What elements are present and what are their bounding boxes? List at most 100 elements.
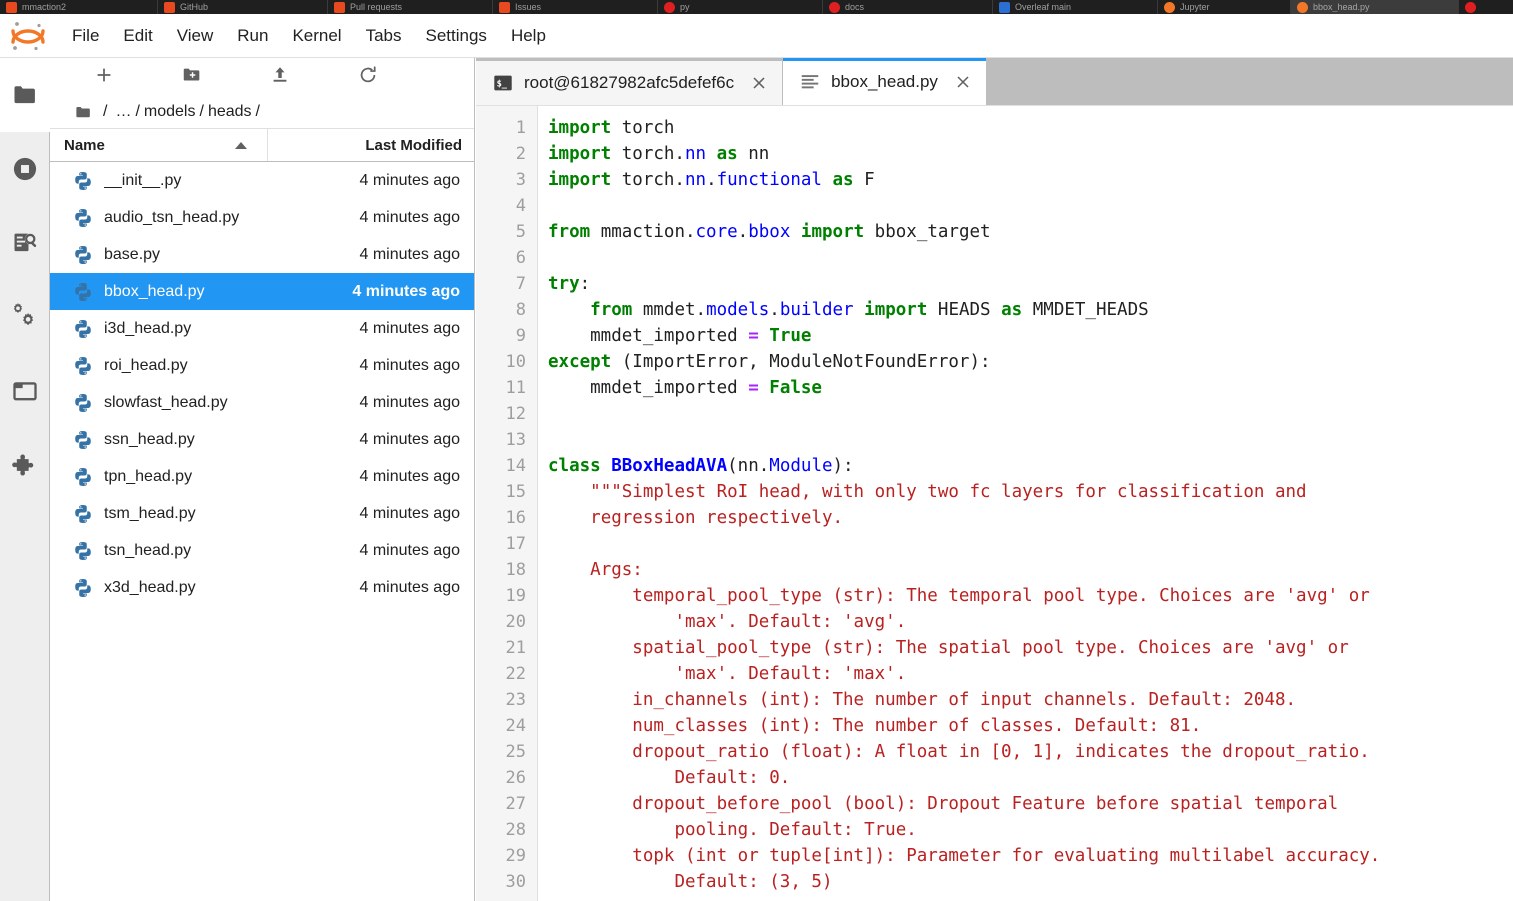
browser-tab-favicon-icon — [999, 1, 1010, 13]
column-header-last-modified[interactable]: Last Modified — [268, 129, 474, 161]
column-header-name[interactable]: Name — [50, 129, 268, 161]
refresh-button[interactable] — [324, 62, 412, 92]
left-activity-bar — [0, 58, 50, 901]
browser-tab[interactable]: Pull requests — [328, 0, 493, 14]
file-list-item-selected[interactable]: bbox_head.py 4 minutes ago — [50, 273, 474, 310]
line-number: 7 — [515, 274, 526, 294]
sidebar-item-kernels[interactable] — [0, 280, 50, 354]
sidebar-item-file-browser[interactable] — [0, 58, 50, 132]
code-line: 'max'. Default: 'max'. — [548, 661, 1513, 687]
file-last-modified: 4 minutes ago — [359, 356, 460, 374]
code-token: 'max'. Default: 'max'. — [590, 664, 907, 684]
code-token: ): — [832, 456, 854, 476]
python-file-icon — [72, 503, 94, 525]
upload-icon — [269, 64, 291, 91]
browser-tab-title: mmaction2 — [22, 2, 67, 12]
browser-tab[interactable]: docs — [823, 0, 993, 14]
menu-item-file[interactable]: File — [60, 22, 111, 50]
sidebar-item-open-tabs[interactable] — [0, 354, 50, 428]
code-token: torch — [611, 118, 675, 138]
file-list-item[interactable]: tsn_head.py 4 minutes ago — [50, 532, 474, 569]
code-content[interactable]: import torch import torch.nn as nn import … — [538, 106, 1513, 901]
browser-tab[interactable] — [1459, 0, 1513, 14]
code-token: mmdet. — [632, 300, 707, 320]
code-token: except — [548, 352, 612, 372]
browser-tab[interactable]: GitHub — [158, 0, 328, 14]
line-number: 9 — [515, 326, 526, 346]
breadcrumb-models[interactable]: models — [140, 103, 200, 121]
code-line: except (ImportError, ModuleNotFoundError… — [548, 349, 1513, 375]
sidebar-item-extension-manager[interactable] — [0, 428, 50, 502]
line-number: 6 — [515, 248, 526, 268]
file-list-item[interactable]: __init__.py 4 minutes ago — [50, 162, 474, 199]
file-list-item[interactable]: base.py 4 minutes ago — [50, 236, 474, 273]
menu-item-settings[interactable]: Settings — [414, 22, 499, 50]
browser-tab[interactable]: bbox_head.py — [1291, 0, 1459, 14]
file-list-item[interactable]: tpn_head.py 4 minutes ago — [50, 458, 474, 495]
file-last-modified: 4 minutes ago — [359, 467, 460, 485]
upload-button[interactable] — [236, 62, 324, 92]
breadcrumb-heads[interactable]: heads — [204, 103, 256, 121]
code-line: mmdet_imported = True — [548, 323, 1513, 349]
line-number: 28 — [505, 820, 526, 840]
new-launcher-button[interactable] — [60, 62, 148, 92]
file-name: i3d_head.py — [104, 319, 192, 337]
browser-tab-title: GitHub — [180, 2, 209, 12]
browser-tab-favicon-icon — [499, 1, 510, 13]
editor-tab-bar: $_ root@61827982afc5defef6c bbox_head.py — [476, 58, 1513, 105]
code-line: from mmdet.models.builder import HEADS a… — [548, 297, 1513, 323]
close-icon[interactable] — [952, 71, 974, 93]
browser-tab[interactable]: mmaction2 — [0, 0, 158, 14]
file-list-item[interactable]: slowfast_head.py 4 minutes ago — [50, 384, 474, 421]
browser-tab[interactable]: Jupyter — [1158, 0, 1291, 14]
code-line: import torch.nn as nn — [548, 141, 1513, 167]
file-last-modified: 4 minutes ago — [359, 578, 460, 596]
code-token: """Simplest RoI head, with only two fc l… — [590, 482, 1307, 502]
menu-item-run[interactable]: Run — [225, 22, 280, 50]
breadcrumb-home-folder-icon[interactable] — [74, 103, 93, 122]
breadcrumb-ellipsis[interactable]: … — [111, 103, 135, 121]
file-list-item[interactable]: audio_tsn_head.py 4 minutes ago — [50, 199, 474, 236]
browser-tab[interactable]: Issues — [493, 0, 658, 14]
browser-tab[interactable]: Overleaf main — [993, 0, 1158, 14]
sidebar-item-running-terminals[interactable] — [0, 132, 50, 206]
close-icon[interactable] — [748, 72, 770, 94]
menu-item-edit[interactable]: Edit — [111, 22, 164, 50]
file-list-item[interactable]: x3d_head.py 4 minutes ago — [50, 569, 474, 606]
code-line: mmdet_imported = False — [548, 375, 1513, 401]
editor-tab-active[interactable]: bbox_head.py — [783, 58, 987, 105]
folder-icon — [11, 81, 39, 109]
code-token: Default: (3, 5) — [590, 872, 833, 892]
file-list-item[interactable]: tsm_head.py 4 minutes ago — [50, 495, 474, 532]
line-number: 1 — [515, 118, 526, 138]
new-folder-button[interactable] — [148, 62, 236, 92]
code-line: num_classes (int): The number of classes… — [548, 713, 1513, 739]
sidebar-item-command-palette[interactable] — [0, 206, 50, 280]
file-list-item[interactable]: i3d_head.py 4 minutes ago — [50, 310, 474, 347]
breadcrumb-separator-3: / — [255, 103, 260, 120]
menu-item-view[interactable]: View — [165, 22, 226, 50]
line-number: 26 — [505, 768, 526, 788]
menu-item-help[interactable]: Help — [499, 22, 558, 50]
code-token: in_channels (int): The number of input c… — [590, 690, 1297, 710]
breadcrumb-root[interactable]: / — [99, 103, 111, 121]
line-number: 2 — [515, 144, 526, 164]
browser-tab[interactable]: py — [658, 0, 823, 14]
menu-item-tabs[interactable]: Tabs — [354, 22, 414, 50]
new-folder-icon — [181, 64, 203, 91]
editor-tab[interactable]: $_ root@61827982afc5defef6c — [476, 61, 784, 105]
file-list-item[interactable]: roi_head.py 4 minutes ago — [50, 347, 474, 384]
file-list: __init__.py 4 minutes ago audio_tsn_head.p… — [50, 162, 474, 606]
file-last-modified: 4 minutes ago — [359, 245, 460, 263]
line-number: 22 — [505, 664, 526, 684]
file-list-item[interactable]: ssn_head.py 4 minutes ago — [50, 421, 474, 458]
menu-item-kernel[interactable]: Kernel — [280, 22, 353, 50]
code-token: = — [748, 378, 759, 398]
code-editor[interactable]: 1 2 3 4 5 6 7 8 9 10 11 12 13 14 15 16 17 18 19 20 21 22 23 24 2… — [476, 105, 1513, 901]
